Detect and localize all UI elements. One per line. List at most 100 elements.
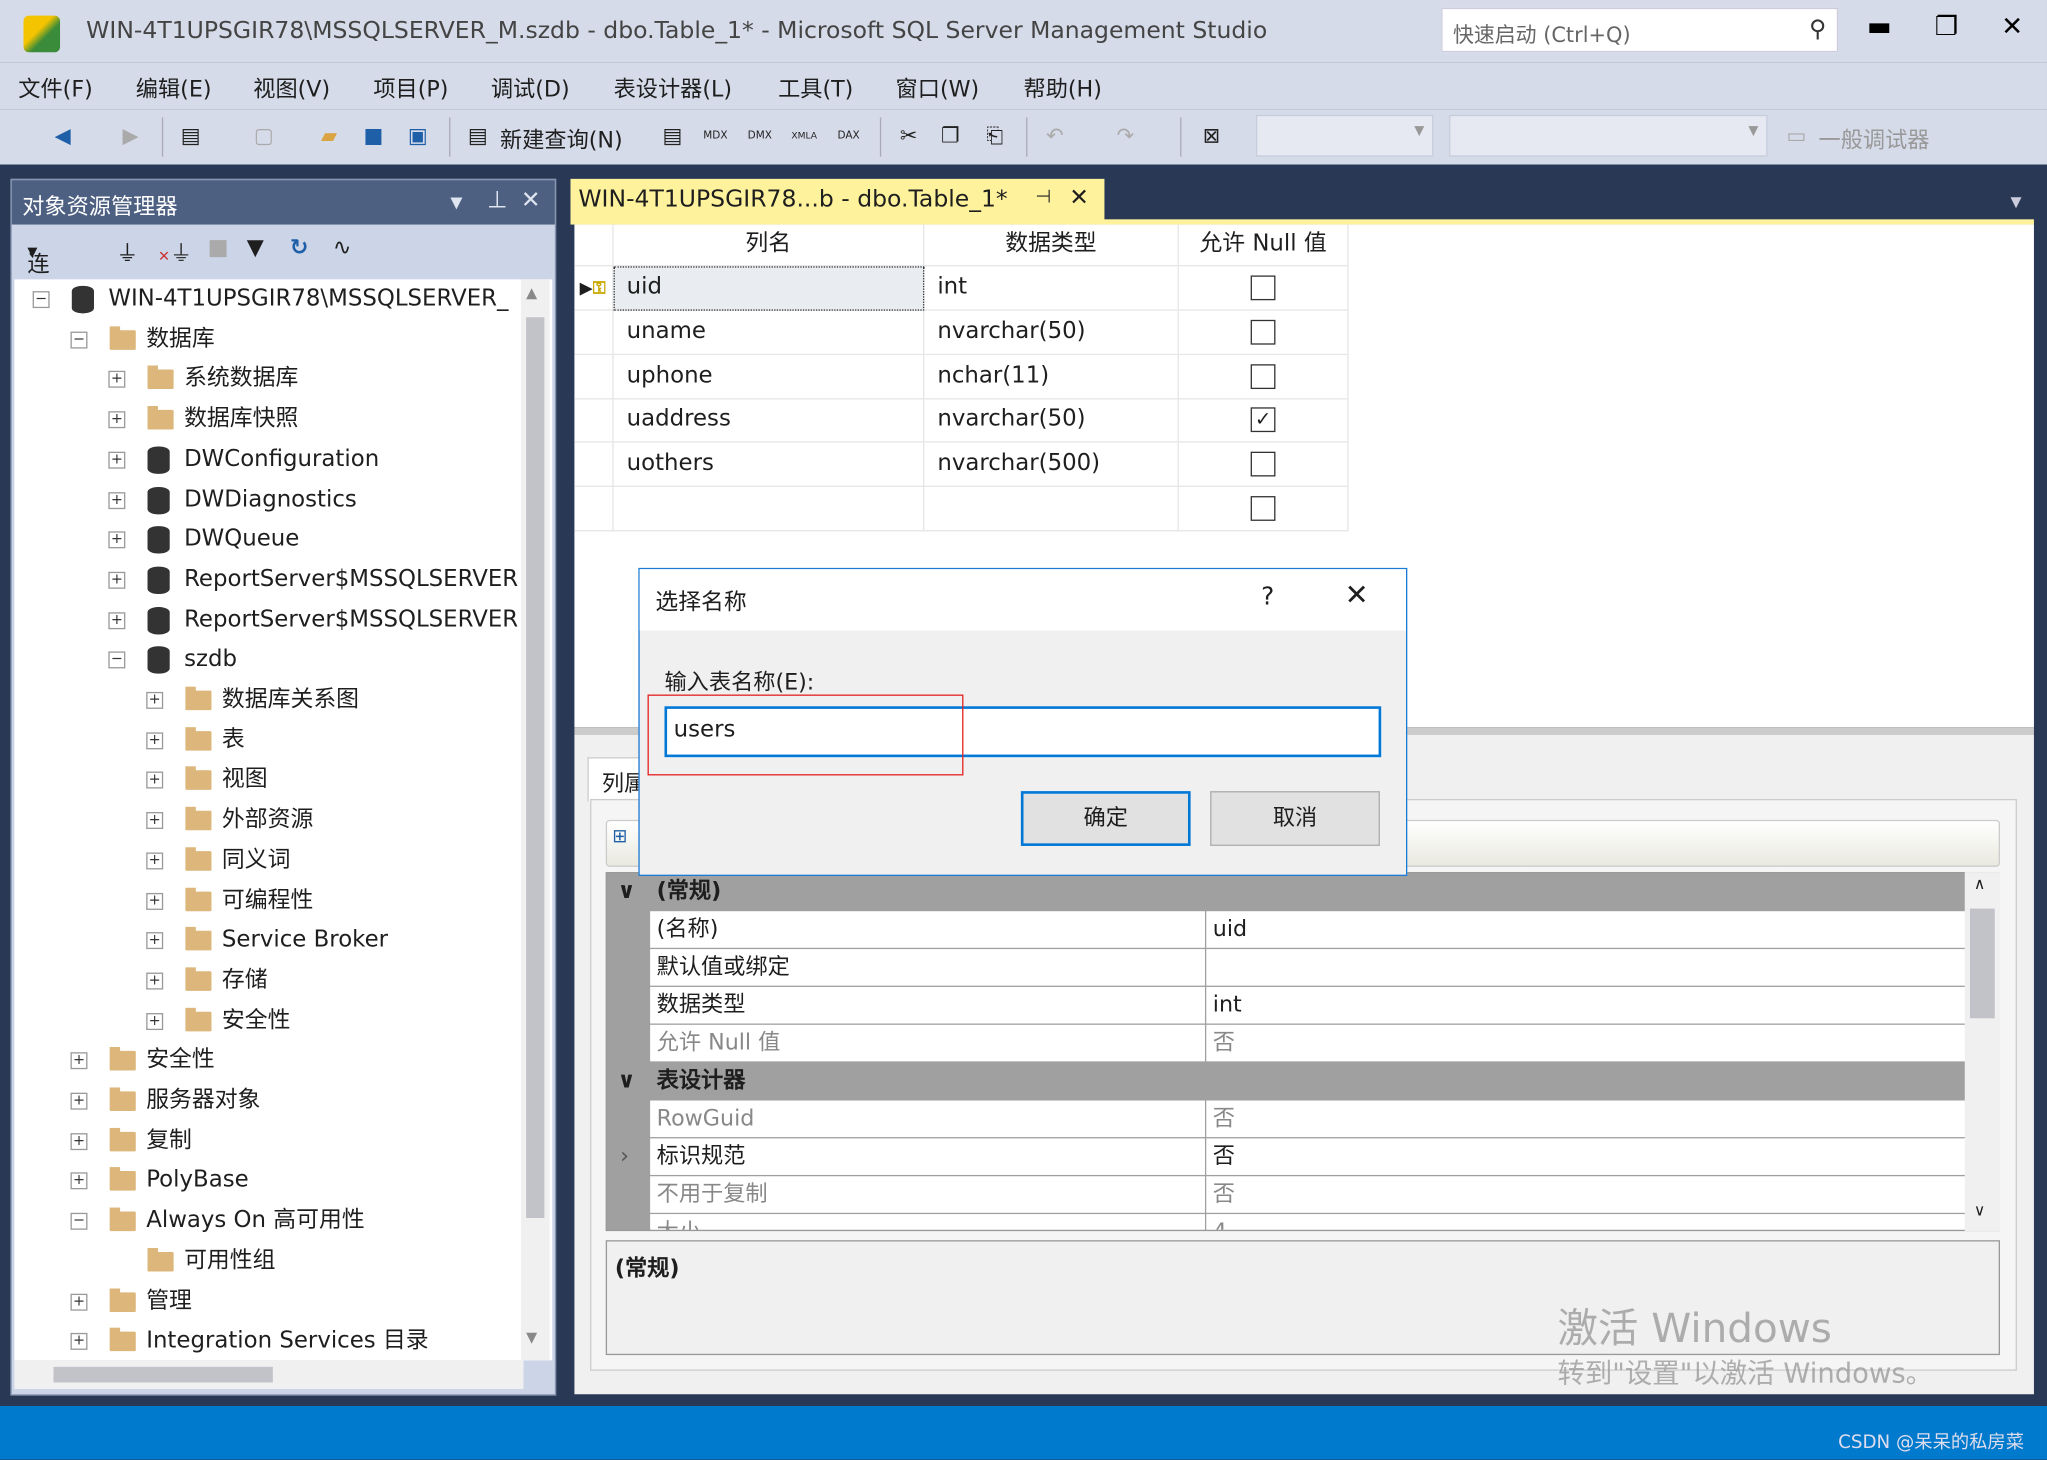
- expand-chevron-icon[interactable]: ›: [620, 1138, 629, 1176]
- mdx-query-icon[interactable]: MDX: [702, 123, 728, 149]
- expand-icon[interactable]: +: [146, 852, 164, 870]
- help-button[interactable]: ?: [1261, 582, 1274, 611]
- tree-item[interactable]: + 视图: [14, 760, 523, 799]
- menu-item[interactable]: 项目(P): [373, 70, 448, 103]
- property-row[interactable]: 默认值或绑定: [607, 949, 1967, 987]
- dialog-close-button[interactable]: ✕: [1345, 580, 1369, 613]
- expand-icon[interactable]: +: [70, 1293, 88, 1311]
- tree-item[interactable]: + ReportServer$MSSQLSERVER: [14, 600, 523, 639]
- property-row[interactable]: 大小4: [607, 1214, 1967, 1230]
- save-icon[interactable]: ■: [360, 123, 386, 149]
- property-value[interactable]: 否: [1206, 1176, 1967, 1213]
- copy-icon[interactable]: ❐: [937, 123, 963, 149]
- column-name-cell[interactable]: uaddress: [613, 398, 925, 444]
- property-value[interactable]: 否: [1206, 1024, 1967, 1062]
- data-type-cell[interactable]: nchar(11): [924, 354, 1179, 399]
- property-value[interactable]: uid: [1206, 911, 1967, 948]
- expand-icon[interactable]: +: [108, 411, 126, 429]
- tree-item[interactable]: + 外部资源: [14, 800, 523, 839]
- menu-item[interactable]: 编辑(E): [136, 70, 212, 103]
- dmx-query-icon[interactable]: DMX: [747, 123, 773, 149]
- new-query-icon[interactable]: ▤: [465, 123, 491, 149]
- tree-item[interactable]: − 数据库: [14, 319, 523, 358]
- tree-item[interactable]: − WIN-4T1UPSGIR78\MSSQLSERVER_: [14, 279, 523, 318]
- collapse-icon[interactable]: −: [70, 1213, 88, 1230]
- row-selector[interactable]: [574, 442, 614, 488]
- expand-icon[interactable]: +: [108, 531, 126, 549]
- data-type-cell[interactable]: nvarchar(50): [924, 398, 1179, 444]
- allow-null-checkbox[interactable]: [1250, 275, 1276, 301]
- tree-item[interactable]: 可用性组: [14, 1241, 523, 1280]
- expand-icon[interactable]: +: [108, 371, 126, 389]
- property-row[interactable]: › 标识规范否: [607, 1138, 1967, 1176]
- row-selector[interactable]: [574, 310, 614, 355]
- property-value[interactable]: 4: [1206, 1214, 1967, 1230]
- forward-icon[interactable]: ▶: [117, 123, 143, 149]
- allow-null-checkbox[interactable]: ✓: [1250, 407, 1276, 433]
- connect-plug-icon[interactable]: ⏚: [116, 235, 138, 268]
- new-query-button[interactable]: 新建查询(N): [500, 121, 623, 154]
- row-selector[interactable]: [574, 398, 614, 444]
- column-header[interactable]: 数据类型: [924, 224, 1179, 267]
- collapse-icon[interactable]: −: [108, 651, 126, 669]
- database-engine-query-icon[interactable]: ▤: [659, 123, 685, 149]
- tree-item[interactable]: + PolyBase: [14, 1161, 523, 1200]
- quick-launch-input[interactable]: 快速启动 (Ctrl+Q) ⚲: [1441, 7, 1839, 53]
- expand-icon[interactable]: +: [146, 892, 164, 910]
- property-category[interactable]: ∨ (常规): [607, 873, 1967, 912]
- scroll-up-icon[interactable]: ▲: [526, 285, 537, 302]
- data-type-cell[interactable]: nvarchar(50): [924, 310, 1179, 355]
- expand-icon[interactable]: +: [70, 1053, 88, 1070]
- tree-item[interactable]: + 服务器对象: [14, 1081, 523, 1120]
- column-name-cell[interactable]: uid: [613, 266, 925, 311]
- expand-icon[interactable]: +: [108, 451, 126, 469]
- expand-icon[interactable]: +: [108, 611, 126, 629]
- property-row[interactable]: 允许 Null 值否: [607, 1024, 1967, 1063]
- categorized-icon[interactable]: ⊞: [612, 826, 627, 847]
- collapse-chevron-icon[interactable]: ∨: [617, 1063, 635, 1101]
- tree-item[interactable]: + 安全性: [14, 1001, 523, 1040]
- save-all-icon[interactable]: ▣: [405, 123, 431, 149]
- property-row[interactable]: 不用于复制否: [607, 1176, 1967, 1214]
- expand-icon[interactable]: +: [146, 691, 164, 709]
- row-selector[interactable]: ▶⚿: [574, 266, 614, 311]
- expand-icon[interactable]: +: [146, 772, 164, 790]
- debugger-button[interactable]: 一般调试器: [1819, 121, 1930, 154]
- scroll-down-icon[interactable]: ▼: [526, 1329, 537, 1346]
- pin-icon[interactable]: ⊥: [487, 187, 507, 214]
- disconnect-icon[interactable]: ✕⏚: [158, 235, 192, 268]
- column-name-cell[interactable]: [613, 486, 925, 532]
- allow-null-checkbox[interactable]: [1250, 451, 1276, 477]
- menu-item[interactable]: 工具(T): [778, 70, 853, 103]
- column-name-cell[interactable]: uphone: [613, 354, 925, 399]
- property-row[interactable]: RowGuid 否: [607, 1100, 1967, 1139]
- row-selector[interactable]: [574, 354, 614, 399]
- tree-item[interactable]: + 管理: [14, 1281, 523, 1320]
- menu-item[interactable]: 视图(V): [253, 70, 330, 103]
- expand-icon[interactable]: +: [146, 932, 164, 950]
- expand-icon[interactable]: +: [70, 1333, 88, 1351]
- allow-null-checkbox[interactable]: [1250, 496, 1276, 521]
- paste-icon[interactable]: ⎗: [982, 123, 1008, 149]
- expand-icon[interactable]: +: [146, 972, 164, 990]
- document-tab[interactable]: WIN-4T1UPSGIR78...b - dbo.Table_1* ⊣ ✕: [570, 178, 1105, 222]
- refresh-icon[interactable]: ↻: [290, 235, 309, 261]
- tree-item[interactable]: + Service Broker: [14, 921, 523, 960]
- expand-icon[interactable]: +: [108, 491, 126, 509]
- menu-item[interactable]: 窗口(W): [896, 70, 980, 103]
- data-type-cell[interactable]: int: [924, 266, 1179, 311]
- menu-item[interactable]: 帮助(H): [1023, 70, 1101, 103]
- allow-null-checkbox[interactable]: [1250, 319, 1276, 345]
- xmla-query-icon[interactable]: XMLA: [791, 123, 817, 149]
- data-type-cell[interactable]: nvarchar(500): [924, 442, 1179, 488]
- minimize-button[interactable]: ▬: [1867, 10, 1892, 41]
- close-icon[interactable]: ✕: [521, 187, 541, 214]
- menu-item[interactable]: 调试(D): [491, 70, 570, 103]
- tree-item[interactable]: + DWDiagnostics: [14, 480, 523, 519]
- activity-monitor-icon[interactable]: ⊠: [1198, 123, 1224, 149]
- menu-item[interactable]: 文件(F): [18, 70, 92, 103]
- platform-combo[interactable]: ▼: [1449, 114, 1768, 157]
- expand-icon[interactable]: +: [70, 1093, 88, 1110]
- property-grid[interactable]: ∨ (常规) (名称) uid 默认值或绑定 数据类型 int 允许 Null 值否 ∨ 表设计器…: [605, 872, 2000, 1232]
- tree-item[interactable]: + 数据库关系图: [14, 680, 523, 719]
